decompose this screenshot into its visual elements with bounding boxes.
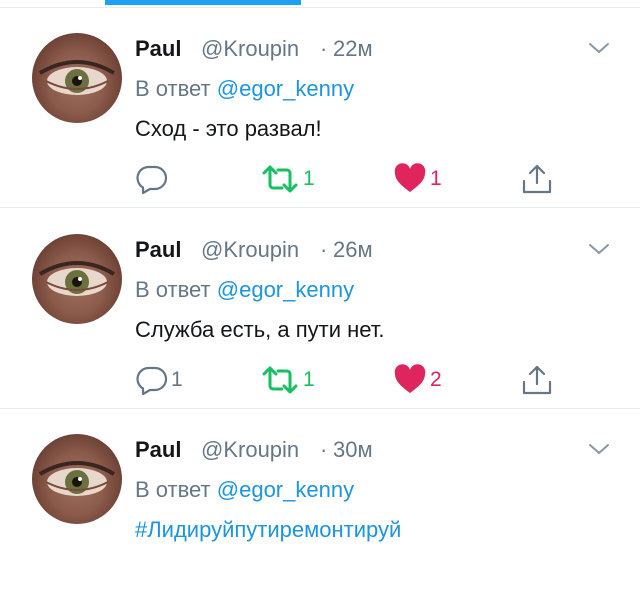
like-button[interactable]: 1 bbox=[393, 163, 442, 195]
separator-dot: · bbox=[320, 237, 328, 262]
tweet-time[interactable]: 30м bbox=[333, 437, 373, 463]
author-name[interactable]: Paul bbox=[135, 437, 181, 463]
tweet-divider bbox=[0, 207, 640, 208]
retweet-icon bbox=[262, 366, 298, 394]
retweet-count: 1 bbox=[303, 368, 315, 391]
share-icon bbox=[522, 365, 552, 395]
share-button[interactable] bbox=[520, 163, 554, 195]
reply-prefix: В ответ bbox=[135, 277, 211, 302]
reply-button[interactable]: 1 bbox=[136, 364, 183, 396]
heart-icon bbox=[394, 364, 426, 393]
tweet[interactable]: Paul @Kroupin · 30м В ответ @egor_kenny … bbox=[0, 409, 640, 609]
like-count: 1 bbox=[430, 167, 442, 190]
like-button[interactable]: 2 bbox=[393, 364, 442, 396]
chevron-down-icon[interactable] bbox=[588, 441, 610, 457]
reply-button[interactable] bbox=[136, 163, 171, 195]
reply-mention[interactable]: @egor_kenny bbox=[217, 76, 354, 101]
separator-dot: · bbox=[320, 36, 328, 61]
retweet-button[interactable]: 1 bbox=[260, 364, 315, 396]
chevron-down-icon[interactable] bbox=[588, 241, 610, 257]
reply-mention[interactable]: @egor_kenny bbox=[217, 477, 354, 502]
share-icon bbox=[522, 164, 552, 194]
reply-context: В ответ @egor_kenny bbox=[135, 277, 354, 303]
reply-prefix: В ответ bbox=[135, 477, 211, 502]
reply-context: В ответ @egor_kenny bbox=[135, 76, 354, 102]
reply-icon bbox=[136, 165, 168, 195]
tweet[interactable]: Paul @Kroupin · 26м В ответ @egor_kenny … bbox=[0, 209, 640, 409]
avatar[interactable] bbox=[32, 33, 122, 123]
retweet-icon bbox=[262, 165, 298, 193]
author-handle[interactable]: @Kroupin bbox=[201, 437, 299, 463]
author-handle[interactable]: @Kroupin bbox=[201, 237, 299, 263]
tweet-hashtag[interactable]: #Лидируйпутиремонтируй bbox=[135, 517, 401, 543]
heart-icon bbox=[394, 163, 426, 192]
author-name[interactable]: Paul bbox=[135, 237, 181, 263]
retweet-count: 1 bbox=[303, 167, 315, 190]
tweet[interactable]: Paul @Kroupin · 22м В ответ @egor_kenny … bbox=[0, 8, 640, 208]
avatar[interactable] bbox=[32, 234, 122, 324]
avatar[interactable] bbox=[32, 434, 122, 524]
share-button[interactable] bbox=[520, 364, 554, 396]
tweet-text: Служба есть, а пути нет. bbox=[135, 317, 385, 342]
reply-prefix: В ответ bbox=[135, 76, 211, 101]
author-name[interactable]: Paul bbox=[135, 36, 181, 62]
retweet-button[interactable]: 1 bbox=[260, 163, 315, 195]
author-handle[interactable]: @Kroupin bbox=[201, 36, 299, 62]
like-count: 2 bbox=[430, 368, 442, 391]
reply-mention[interactable]: @egor_kenny bbox=[217, 277, 354, 302]
reply-icon bbox=[136, 366, 168, 396]
tweet-text: Сход - это развал! bbox=[135, 116, 322, 141]
reply-count: 1 bbox=[171, 368, 183, 391]
reply-context: В ответ @egor_kenny bbox=[135, 477, 354, 503]
tweet-time[interactable]: 26м bbox=[333, 237, 373, 263]
active-tab-indicator bbox=[105, 0, 301, 5]
separator-dot: · bbox=[320, 437, 328, 462]
tweet-time[interactable]: 22м bbox=[333, 36, 373, 62]
chevron-down-icon[interactable] bbox=[588, 40, 610, 56]
